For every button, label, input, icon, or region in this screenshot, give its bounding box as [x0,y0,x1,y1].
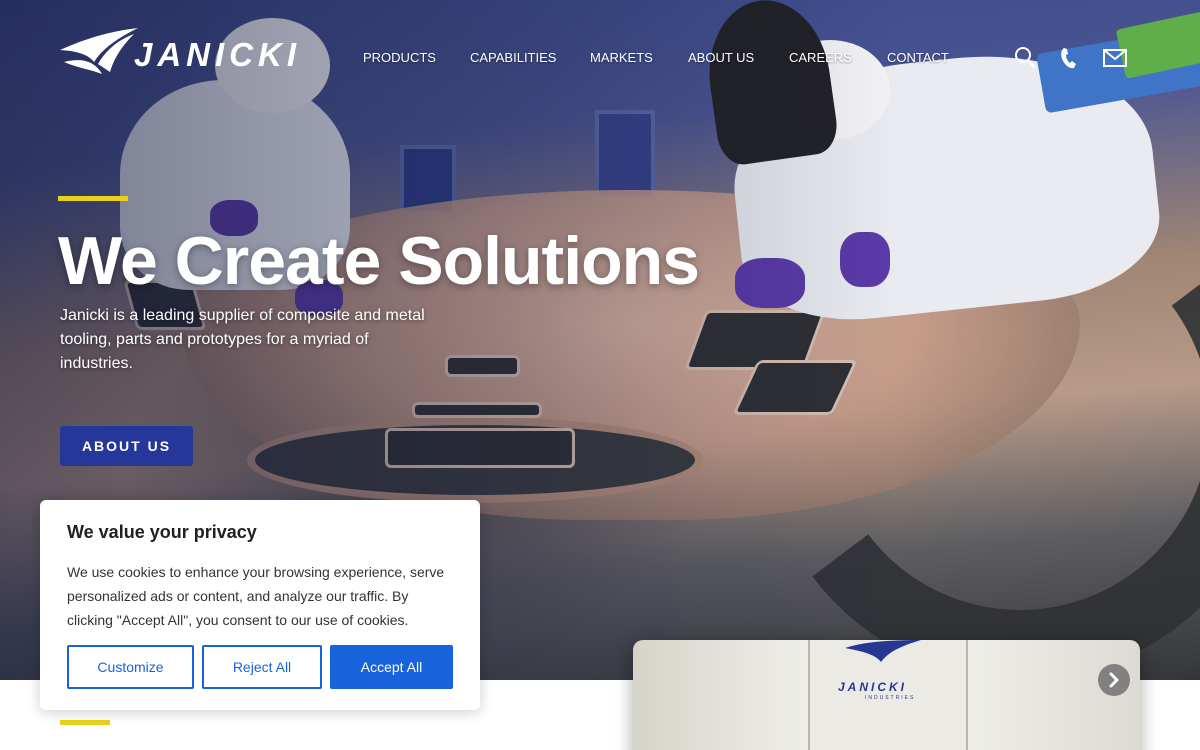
hero-accent-bar [58,196,128,201]
nav-item-careers[interactable]: CAREERS [789,50,852,65]
chevron-right-icon [1109,672,1119,688]
hero-title: We Create Solutions [58,223,700,299]
nav-item-products[interactable]: PRODUCTS [363,50,436,65]
carousel-next-button[interactable] [1098,664,1130,696]
machine-image-card: JANICKI INDUSTRIES [633,640,1140,750]
logo-swoosh-icon [60,28,138,74]
cookie-consent-banner: We value your privacy We use cookies to … [40,500,480,710]
about-us-button[interactable]: ABOUT US [60,426,193,466]
mail-icon[interactable] [1103,49,1127,72]
accept-all-button[interactable]: Accept All [330,645,453,689]
machine-logo-icon [845,640,921,662]
cookie-text: We use cookies to enhance your browsing … [67,564,445,628]
nav-item-markets[interactable]: MARKETS [590,50,653,65]
reject-all-button[interactable]: Reject All [202,645,322,689]
logo-wordmark: JANICKI [134,36,302,73]
nav-item-capabilities[interactable]: CAPABILITIES [470,50,556,65]
nav-item-about-us[interactable]: ABOUT US [688,50,754,65]
nav-item-contact[interactable]: CONTACT [887,50,949,65]
cookie-buttons: Customize Reject All Accept All [67,645,453,689]
janicki-logo[interactable]: JANICKI [58,24,318,80]
machine-logo-subtext: INDUSTRIES [865,695,916,701]
phone-icon[interactable] [1059,46,1079,75]
section-accent-bar [60,720,110,725]
machine-logo-text: JANICKI [838,680,908,694]
customize-button[interactable]: Customize [67,645,194,689]
hero-subtitle: Janicki is a leading supplier of composi… [60,307,425,372]
cookie-title: We value your privacy [67,522,257,542]
search-icon[interactable] [1014,46,1036,75]
